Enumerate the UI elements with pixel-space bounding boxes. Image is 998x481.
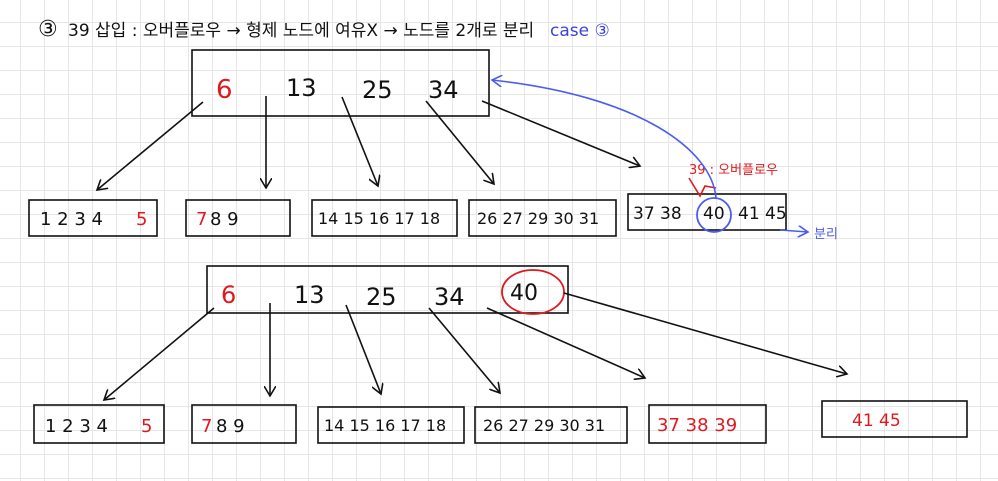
top-root-key-2: 13 (286, 74, 317, 102)
bottom-leaf-2-red-key: 7 (201, 416, 212, 437)
split-note: 분리 (814, 227, 838, 242)
top-leaf-2-keys: 8 9 (210, 209, 239, 230)
bottom-root-key-1: 6 (221, 281, 236, 309)
bottom-leaf-1-keys: 1 2 3 4 (45, 416, 108, 437)
top-pointer-1 (97, 101, 204, 190)
bottom-root-key-3: 25 (366, 283, 397, 311)
top-leaf-3-keys: 14 15 16 17 18 (318, 209, 440, 228)
top-pointer-3 (341, 96, 378, 186)
top-leaf-2-red-key: 7 (196, 209, 207, 230)
bottom-leaf-5-red-keys: 37 38 39 (657, 415, 737, 436)
bottom-leaf-4-keys: 26 27 29 30 31 (483, 416, 605, 435)
bottom-pointer-3 (345, 304, 381, 394)
bottom-pointer-4 (428, 307, 500, 393)
bottom-root-key-4: 34 (434, 283, 465, 311)
bottom-leaf-2-keys: 8 9 (216, 416, 245, 437)
case-label: case ③ (550, 21, 610, 41)
bottom-root-key-5: 40 (510, 281, 538, 306)
top-leaf-1-keys: 1 2 3 4 (40, 209, 103, 230)
top-leaf-4-keys: 26 27 29 30 31 (477, 209, 599, 228)
top-leaf-5-circled-key: 40 (703, 204, 725, 224)
bottom-root-key-2: 13 (294, 281, 325, 309)
top-root-key-4: 34 (428, 76, 459, 104)
top-leaf-5-keys: 37 38 (633, 204, 682, 224)
title-number: ③ (38, 17, 58, 42)
bottom-pointer-5 (486, 307, 645, 378)
top-root-key-1: 6 (216, 75, 233, 105)
top-root-key-3: 25 (362, 76, 393, 104)
bottom-leaf-1-red-key: 5 (141, 416, 152, 437)
title: ③ 39 삽입 : 오버플로우 → 형제 노드에 여유X → 노드를 2개로 분… (38, 17, 610, 42)
bottom-leaf-3-keys: 14 15 16 17 18 (324, 416, 446, 435)
btree-diagram: ③ 39 삽입 : 오버플로우 → 형제 노드에 여유X → 노드를 2개로 분… (28, 17, 968, 444)
promote-arrow (492, 80, 717, 199)
bottom-pointer-6 (563, 292, 847, 374)
top-leaf-1-red-key: 5 (136, 209, 147, 230)
bottom-leaf-6-red-keys: 41 45 (852, 411, 901, 431)
bottom-pointer-1 (104, 307, 215, 400)
split-arrow (779, 230, 808, 232)
top-leaf-5-keys-2: 41 45 (738, 204, 787, 224)
top-pointer-5 (481, 100, 640, 166)
top-pointer-4 (425, 100, 494, 184)
title-text: 39 삽입 : 오버플로우 → 형제 노드에 여유X → 노드를 2개로 분리 (68, 21, 534, 41)
